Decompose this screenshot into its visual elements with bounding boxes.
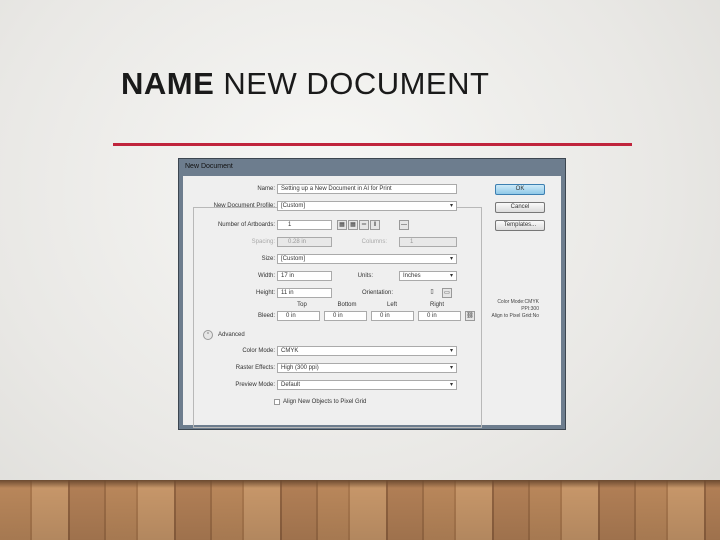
title-bold: NAME (121, 66, 215, 101)
width-input[interactable]: 17 in (277, 271, 332, 281)
layout-direction-icon[interactable]: — (399, 220, 409, 230)
artboards-stepper[interactable]: 1 (277, 220, 332, 230)
height-label: Height: (255, 290, 275, 296)
bleed-left-label: Left (386, 302, 397, 308)
align-pixel-grid-label: Align New Objects to Pixel Grid (283, 399, 367, 405)
grid-by-column-icon[interactable]: ▦ (348, 220, 358, 230)
document-info: Color Mode:CMYK PPI:300 Align to Pixel G… (491, 299, 539, 320)
bleed-top-input[interactable]: 0 in (277, 311, 320, 321)
height-input[interactable]: 11 in (277, 288, 332, 298)
new-document-dialog: New Document Name: Setting up a New Docu… (178, 158, 566, 430)
info-ppi: PPI:300 (521, 306, 539, 312)
landscape-icon[interactable]: ▭ (442, 288, 452, 298)
size-select[interactable]: [Custom] (277, 254, 457, 264)
preview-mode-label: Preview Mode: (235, 382, 275, 388)
bleed-bottom-input[interactable]: 0 in (324, 311, 367, 321)
slide-title: NAME NEW DOCUMENT (121, 66, 489, 102)
wood-floor (0, 480, 720, 540)
bleed-bottom-label: Bottom (337, 302, 357, 308)
orientation-label: Orientation: (361, 290, 393, 296)
profile-select[interactable]: [Custom] (277, 201, 457, 211)
ok-button[interactable]: OK (495, 184, 545, 195)
dialog-body: Name: Setting up a New Document in AI fo… (183, 176, 561, 428)
size-label: Size: (261, 256, 275, 262)
arrange-by-row-icon[interactable]: ═ (359, 220, 369, 230)
bleed-right-label: Right (429, 302, 444, 308)
bleed-label: Bleed: (257, 313, 275, 319)
profile-label: New Document Profile: (213, 203, 275, 209)
spacing-stepper[interactable]: 0.28 in (277, 237, 332, 247)
portrait-icon[interactable]: ▯ (427, 288, 437, 298)
units-label: Units: (357, 273, 373, 279)
name-label: Name: (257, 186, 275, 192)
spacing-label: Spacing: (251, 239, 275, 245)
grid-by-row-icon[interactable]: ▦ (337, 220, 347, 230)
color-mode-select[interactable]: CMYK (277, 346, 457, 356)
cancel-button[interactable]: Cancel (495, 202, 545, 213)
bleed-right-input[interactable]: 0 in (418, 311, 461, 321)
name-input[interactable]: Setting up a New Document in AI for Prin… (277, 184, 457, 194)
arrange-by-column-icon[interactable]: ‖ (370, 220, 380, 230)
align-pixel-grid-checkbox[interactable] (274, 399, 280, 405)
columns-label: Columns: (361, 239, 387, 245)
dialog-title: New Document (185, 163, 233, 170)
color-mode-label: Color Mode: (242, 348, 275, 354)
advanced-label[interactable]: Advanced (218, 332, 245, 338)
artboards-label: Number of Artboards: (217, 222, 275, 228)
title-underline (113, 143, 632, 146)
preview-mode-select[interactable]: Default (277, 380, 457, 390)
info-color-mode: Color Mode:CMYK (497, 299, 539, 305)
width-label: Width: (257, 273, 275, 279)
templates-button[interactable]: Templates... (495, 220, 545, 231)
bleed-top-label: Top (297, 302, 307, 308)
link-bleed-icon[interactable]: ⛓ (465, 311, 475, 321)
units-select[interactable]: Inches (399, 271, 457, 281)
info-align-grid: Align to Pixel Grid:No (491, 313, 539, 319)
advanced-toggle-icon[interactable]: ⌃ (203, 330, 213, 340)
raster-effects-select[interactable]: High (300 ppi) (277, 363, 457, 373)
title-rest: NEW DOCUMENT (214, 66, 490, 101)
raster-effects-label: Raster Effects: (235, 365, 275, 371)
bleed-left-input[interactable]: 0 in (371, 311, 414, 321)
columns-stepper[interactable]: 1 (399, 237, 457, 247)
